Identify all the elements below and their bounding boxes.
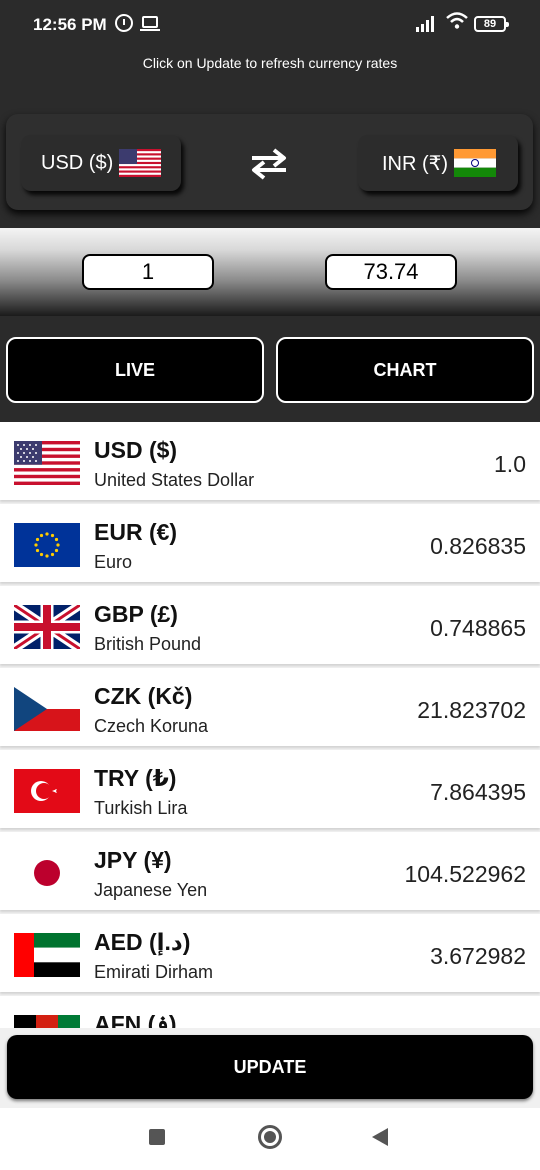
currency-code: USD ($): [94, 437, 178, 463]
mode-tabs: LIVE CHART: [0, 316, 540, 422]
status-bar: 12:56 PM 89: [0, 0, 540, 50]
uk-flag-icon: [14, 605, 80, 649]
currency-rate: 1.0: [494, 451, 526, 477]
alarm-icon: [115, 14, 133, 32]
currency-rate: 7.864395: [430, 779, 526, 805]
currency-rate: 21.823702: [417, 697, 526, 723]
in-flag-icon: [454, 149, 497, 177]
currency-name: Japanese Yen: [94, 880, 208, 900]
tab-chart[interactable]: CHART: [276, 337, 534, 403]
laptop-icon: [140, 16, 160, 31]
currency-code: GBP (£): [94, 601, 178, 627]
us-flag-icon: [14, 441, 80, 485]
currency-row[interactable]: USD ($) United States Dollar 1.0: [0, 422, 540, 500]
ae-flag-icon: [14, 933, 80, 977]
home-icon[interactable]: [258, 1125, 282, 1149]
from-currency-button[interactable]: USD ($): [21, 135, 181, 191]
currency-row[interactable]: EUR (€) Euro 0.826835: [0, 504, 540, 582]
currency-name: Euro: [94, 552, 133, 572]
eu-flag-icon: [14, 523, 80, 567]
currency-row[interactable]: TRY (₺) Turkish Lira 7.864395: [0, 750, 540, 828]
currency-code: JPY (¥): [94, 847, 172, 873]
currency-rate: 0.748865: [430, 615, 526, 641]
currency-rate: 3.672982: [430, 943, 526, 969]
currency-row[interactable]: CZK (Kč) Czech Koruna 21.823702: [0, 668, 540, 746]
tr-flag-icon: [14, 769, 80, 813]
signal-icon: [416, 14, 438, 32]
us-flag-icon: [119, 149, 162, 177]
refresh-hint: Click on Update to refresh currency rate…: [142, 55, 398, 71]
currency-list[interactable]: USD ($) United States Dollar 1.0 EUR (€)…: [0, 422, 540, 1028]
currency-row[interactable]: GBP (£) British Pound 0.748865: [0, 586, 540, 664]
update-button[interactable]: UPDATE: [7, 1035, 533, 1099]
currency-code: AED (د.إ): [94, 929, 191, 955]
tab-live[interactable]: LIVE: [6, 337, 264, 403]
currency-name: British Pound: [94, 634, 202, 654]
currency-code: TRY (₺): [94, 765, 177, 791]
currency-code: EUR (€): [94, 519, 178, 545]
swap-currencies-icon[interactable]: [244, 144, 294, 184]
status-time: 12:56 PM: [33, 15, 107, 34]
update-area: UPDATE: [0, 1028, 540, 1108]
currency-name: Czech Koruna: [94, 716, 209, 736]
from-currency-label: USD ($): [41, 151, 114, 174]
jp-flag-icon: [14, 851, 80, 895]
to-currency-button[interactable]: INR (₹): [358, 135, 518, 191]
currency-row[interactable]: AED (د.إ) Emirati Dirham 3.672982: [0, 914, 540, 992]
currency-name: Emirati Dirham: [94, 962, 214, 982]
currency-rate: 104.522962: [404, 861, 526, 887]
currency-name: Turkish Lira: [94, 798, 188, 818]
system-nav-bar: [0, 1108, 540, 1170]
recents-icon[interactable]: [149, 1129, 165, 1145]
currency-row[interactable]: AFN (؋): [0, 996, 540, 1028]
to-currency-label: INR (₹): [382, 152, 449, 175]
wifi-icon: [446, 12, 468, 34]
currency-row[interactable]: JPY (¥) Japanese Yen 104.522962: [0, 832, 540, 910]
cz-flag-icon: [14, 687, 80, 731]
currency-rate: 0.826835: [430, 533, 526, 559]
currency-name: United States Dollar: [94, 470, 255, 490]
currency-selector: USD ($) INR (₹): [6, 114, 533, 210]
currency-code: CZK (Kč): [94, 683, 193, 709]
amount-band: 1 73.74: [0, 228, 540, 316]
from-amount-input[interactable]: 1: [82, 254, 214, 290]
af-flag-icon: [14, 1015, 80, 1028]
to-amount-field[interactable]: 73.74: [325, 254, 457, 290]
currency-code: AFN (؋): [94, 1011, 177, 1028]
back-icon[interactable]: [372, 1128, 388, 1146]
battery-icon: 89: [474, 16, 509, 32]
